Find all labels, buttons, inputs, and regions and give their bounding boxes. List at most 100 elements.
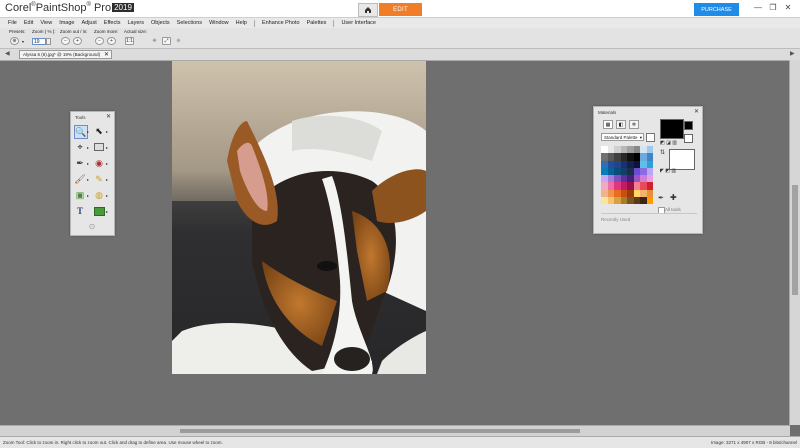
frame-tab-icon[interactable]: ✲ bbox=[629, 120, 639, 129]
tool-flyout-arrow[interactable]: ▸ bbox=[106, 145, 108, 150]
fit-window-icon[interactable]: ⤢ bbox=[162, 37, 171, 45]
dropper-tool-icon[interactable]: ✒ bbox=[74, 157, 86, 169]
menu-objects[interactable]: Objects bbox=[151, 20, 170, 26]
tool-flyout-arrow[interactable]: ▸ bbox=[87, 145, 89, 150]
minimize-button[interactable]: — bbox=[752, 3, 764, 12]
menu-adjust[interactable]: Adjust bbox=[81, 20, 96, 26]
menu-image[interactable]: Image bbox=[59, 20, 74, 26]
zoom-spinner[interactable] bbox=[46, 37, 51, 45]
tab-scroll-left-icon[interactable]: ◀ bbox=[5, 50, 10, 57]
material-bg-icons[interactable]: ◤ ◩ ▥ bbox=[660, 168, 676, 174]
pick-tool-icon[interactable]: ⬉ bbox=[93, 125, 105, 137]
menu-file[interactable]: File bbox=[8, 20, 17, 26]
tools-palette-close-icon[interactable]: ✕ bbox=[106, 113, 111, 120]
palette-options-icon[interactable] bbox=[646, 133, 655, 142]
canvas-image[interactable] bbox=[172, 61, 426, 374]
purchase-button[interactable]: PURCHASE bbox=[694, 3, 739, 16]
vertical-scroll-thumb[interactable] bbox=[792, 185, 798, 295]
tool-flyout-arrow[interactable]: ▸ bbox=[106, 177, 108, 182]
selection-tool-icon[interactable] bbox=[93, 141, 105, 153]
color-swatch[interactable] bbox=[646, 182, 653, 190]
materials-palette-close-icon[interactable]: ✕ bbox=[694, 108, 699, 115]
zoom-preset-icon[interactable]: ⊕ bbox=[10, 37, 19, 45]
edit-workspace-tab[interactable]: EDIT bbox=[379, 3, 422, 16]
menu-effects[interactable]: Effects bbox=[104, 20, 121, 26]
add-swatch-icon[interactable]: ✚ bbox=[670, 193, 677, 202]
menu-enhance-photo[interactable]: Enhance Photo bbox=[262, 20, 300, 26]
horizontal-scroll-thumb[interactable] bbox=[180, 429, 580, 433]
zoom-more-in-icon[interactable]: + bbox=[107, 37, 116, 45]
rectangle-shape-tool-icon[interactable] bbox=[93, 205, 105, 217]
title-bar: Corel®PaintShop® Pro 2019 EDIT PURCHASE —… bbox=[0, 0, 800, 18]
menu-selections[interactable]: Selections bbox=[177, 20, 202, 26]
tool-flyout-arrow[interactable]: ▸ bbox=[106, 209, 108, 214]
color-swatch[interactable] bbox=[646, 146, 653, 154]
document-tab[interactable]: Alyssa 6 (6).jpg* @ 19% (Background) ✕ bbox=[19, 50, 112, 59]
center-icon[interactable]: ⊕ bbox=[174, 37, 183, 45]
more-tools-icon[interactable]: ⊙ bbox=[86, 220, 98, 232]
all-tools-label: All tools bbox=[665, 207, 681, 212]
close-window-button[interactable]: ✕ bbox=[782, 3, 794, 12]
background-color-mini[interactable] bbox=[684, 134, 693, 143]
menu-help[interactable]: Help bbox=[236, 20, 247, 26]
foreground-color-swatch[interactable] bbox=[660, 119, 684, 139]
flood-fill-tool-icon[interactable]: ◍ bbox=[93, 189, 105, 201]
foreground-color-mini[interactable] bbox=[684, 121, 693, 130]
menu-divider bbox=[333, 19, 335, 27]
color-swatches[interactable] bbox=[601, 146, 653, 204]
zoom-tool-icon[interactable]: 🔍 bbox=[74, 125, 88, 139]
document-tab-close-icon[interactable]: ✕ bbox=[104, 51, 109, 58]
paintbrush-tool-icon[interactable]: 🖌 bbox=[74, 173, 86, 185]
pan-icon[interactable]: ✥ bbox=[150, 37, 159, 45]
zoom-out-in-label: Zoom out / in: bbox=[60, 29, 88, 34]
presets-control[interactable]: ⊕ ▾ bbox=[10, 37, 24, 45]
swatches-tab-icon[interactable]: ▦ bbox=[603, 120, 613, 129]
vertical-scrollbar[interactable] bbox=[789, 60, 800, 425]
tool-flyout-arrow[interactable]: ▸ bbox=[106, 129, 108, 134]
material-lock-icons[interactable]: ◩ ◪ ▥ bbox=[660, 140, 677, 146]
home-button[interactable] bbox=[358, 3, 378, 17]
zoom-out-in-control: − + bbox=[61, 37, 85, 45]
color-swatch[interactable] bbox=[646, 189, 653, 197]
tool-flyout-arrow[interactable]: ▸ bbox=[106, 193, 108, 198]
color-swatch[interactable] bbox=[646, 167, 653, 175]
dropper-icon[interactable]: ✒ bbox=[658, 194, 664, 202]
menu-layers[interactable]: Layers bbox=[128, 20, 145, 26]
smart-carver-tool-icon[interactable]: ▣ bbox=[74, 189, 86, 201]
clone-tool-icon[interactable]: ⌖ bbox=[74, 141, 86, 153]
actual-size-label: Actual size: bbox=[124, 29, 148, 34]
extra-tools: ✥ ⤢ ⊕ bbox=[150, 37, 186, 45]
menu-user-interface[interactable]: User Interface bbox=[341, 20, 376, 26]
tool-flyout-arrow[interactable]: ▸ bbox=[87, 129, 89, 134]
color-swatch[interactable] bbox=[646, 160, 653, 168]
tool-flyout-arrow[interactable]: ▸ bbox=[87, 161, 89, 166]
color-swatch[interactable] bbox=[646, 153, 653, 161]
restore-button[interactable]: ❐ bbox=[767, 3, 779, 12]
zoom-more-out-icon[interactable]: − bbox=[95, 37, 104, 45]
rainbow-tab-icon[interactable]: ◧ bbox=[616, 120, 626, 129]
color-swatch[interactable] bbox=[646, 196, 653, 204]
menu-palettes[interactable]: Palettes bbox=[307, 20, 327, 26]
color-swatch[interactable] bbox=[646, 175, 653, 183]
zoom-out-icon[interactable]: − bbox=[61, 37, 70, 45]
tool-flyout-arrow[interactable]: ▸ bbox=[106, 161, 108, 166]
tool-flyout-arrow[interactable]: ▸ bbox=[87, 193, 89, 198]
zoom-in-icon[interactable]: + bbox=[73, 37, 82, 45]
home-icon bbox=[365, 7, 371, 13]
palette-select[interactable]: Standard Palette ▾ bbox=[601, 133, 644, 141]
horizontal-scrollbar[interactable] bbox=[0, 425, 790, 436]
menu-view[interactable]: View bbox=[40, 20, 52, 26]
menu-divider bbox=[253, 19, 255, 27]
swap-colors-icon[interactable]: ⇅ bbox=[660, 149, 665, 156]
actual-size-control: 1:1 bbox=[125, 37, 137, 45]
menu-window[interactable]: Window bbox=[209, 20, 229, 26]
background-color-swatch[interactable] bbox=[669, 149, 695, 170]
tab-scroll-right-icon[interactable]: ▶ bbox=[790, 50, 795, 57]
lighten-darken-tool-icon[interactable]: ✎ bbox=[93, 173, 105, 185]
menu-edit[interactable]: Edit bbox=[24, 20, 33, 26]
tool-flyout-arrow[interactable]: ▸ bbox=[87, 177, 89, 182]
red-eye-tool-icon[interactable]: ◉ bbox=[93, 157, 105, 169]
actual-size-icon[interactable]: 1:1 bbox=[125, 37, 134, 45]
text-tool-icon[interactable]: T bbox=[74, 205, 86, 217]
zoom-percent-input[interactable]: 19 bbox=[32, 37, 46, 45]
